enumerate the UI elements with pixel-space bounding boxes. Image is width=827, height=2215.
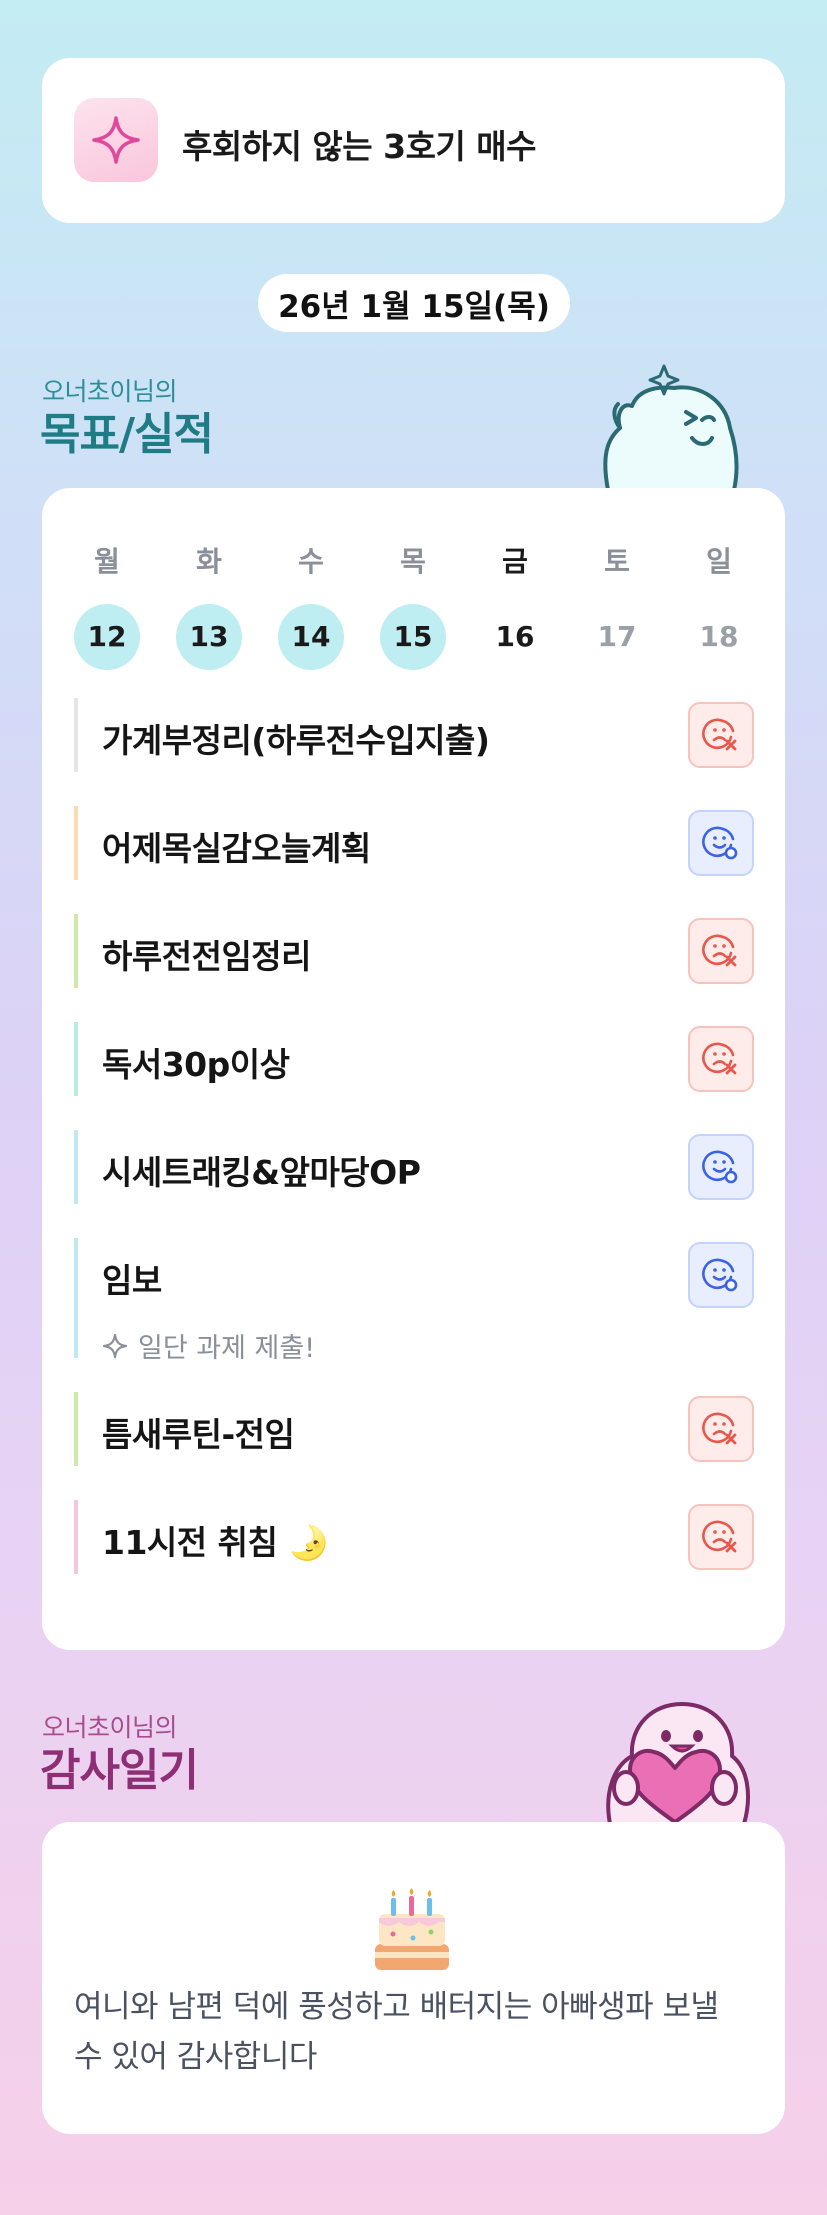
goal-row[interactable]: 어제목실감오늘계획 xyxy=(74,806,754,880)
goal-row[interactable]: 11시전 취침 🌛 xyxy=(74,1500,754,1574)
goals-card: 월 12 화 13 수 14 목 15 금 16 토 17 일 18 가계부정리(하루전수입지출) 어제목실… xyxy=(42,488,785,1650)
ghost-mascot-icon xyxy=(603,364,739,490)
day-15[interactable]: 15 xyxy=(380,604,446,670)
status-done-icon[interactable] xyxy=(688,810,754,876)
goal-text: 독서30p이상 xyxy=(102,1045,290,1084)
weekday-label: 화 xyxy=(196,545,222,578)
status-failed-icon[interactable] xyxy=(688,702,754,768)
sparkle-icon xyxy=(92,116,140,164)
weekday-label: 수 xyxy=(298,545,324,578)
weekday-label: 금 xyxy=(502,545,528,578)
status-failed-icon[interactable] xyxy=(688,1396,754,1462)
goals-section-title: 목표/실적 xyxy=(40,409,214,460)
thanks-section-title: 감사일기 xyxy=(40,1745,199,1796)
thanks-text: 여니와 남편 덕에 풍성하고 배터지는 아빠생파 보낼 수 있어 감사합니다 xyxy=(74,1989,719,2075)
thanks-card: 여니와 남편 덕에 풍성하고 배터지는 아빠생파 보낼 수 있어 감사합니다 xyxy=(42,1822,785,2134)
heart-mascot-icon xyxy=(606,1702,750,1824)
status-failed-icon[interactable] xyxy=(688,918,754,984)
goal-row[interactable]: 틈새루틴-전임 xyxy=(74,1392,754,1466)
goal-text: 틈새루틴-전임 xyxy=(102,1415,295,1454)
goal-text: 임보 xyxy=(102,1261,162,1300)
sparkle-outline-icon xyxy=(102,1333,128,1358)
goal-note-text: 일단 과제 제출! xyxy=(138,1333,316,1364)
day-13[interactable]: 13 xyxy=(176,604,242,670)
goal-row[interactable]: 가계부정리(하루전수입지출) xyxy=(74,698,754,772)
status-done-icon[interactable] xyxy=(688,1134,754,1200)
goal-note: 일단 과제 제출! xyxy=(102,1326,315,1365)
status-failed-icon[interactable] xyxy=(688,1026,754,1092)
day-17[interactable]: 17 xyxy=(584,604,650,670)
day-14[interactable]: 14 xyxy=(278,604,344,670)
main-goal-title: 후회하지 않는 3호기 매수 xyxy=(182,127,537,166)
weekday-label: 일 xyxy=(706,545,732,578)
weekday-label: 월 xyxy=(94,545,120,578)
goal-text: 어제목실감오늘계획 xyxy=(102,829,371,868)
status-done-icon[interactable] xyxy=(688,1242,754,1308)
goal-text: 가계부정리(하루전수입지출) xyxy=(102,721,490,760)
goal-text: 하루전전임정리 xyxy=(102,937,312,976)
day-18[interactable]: 18 xyxy=(686,604,752,670)
status-failed-icon[interactable] xyxy=(688,1504,754,1570)
goal-row[interactable]: 임보일단 과제 제출! xyxy=(74,1238,754,1364)
goal-row[interactable]: 독서30p이상 xyxy=(74,1022,754,1096)
cake-icon xyxy=(375,1888,449,1970)
goal-row[interactable]: 하루전전임정리 xyxy=(74,914,754,988)
sparkle-badge xyxy=(74,98,158,182)
goal-text: 시세트래킹&앞마당OP xyxy=(102,1153,421,1192)
day-16[interactable]: 16 xyxy=(482,604,548,670)
day-12[interactable]: 12 xyxy=(74,604,140,670)
goal-text: 11시전 취침 🌛 xyxy=(102,1523,329,1562)
weekday-label: 목 xyxy=(400,545,426,578)
goal-row[interactable]: 시세트래킹&앞마당OP xyxy=(74,1130,754,1204)
weekday-label: 토 xyxy=(604,545,630,578)
main-goal-card[interactable]: 후회하지 않는 3호기 매수 xyxy=(42,58,785,223)
date-selector[interactable]: 26년 1월 15일(목) xyxy=(258,274,570,332)
